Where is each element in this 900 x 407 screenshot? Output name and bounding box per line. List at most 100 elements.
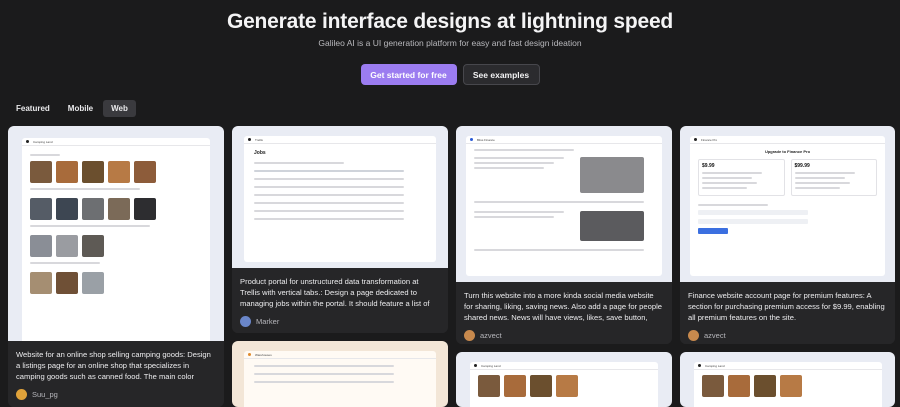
product-thumb — [30, 161, 52, 183]
preview-navbar: Trellis — [244, 136, 436, 144]
preview-page: Finance Pro Upgrade to Finance Pro $9.99… — [690, 136, 885, 276]
feature-line — [794, 177, 845, 179]
avatar — [688, 330, 699, 341]
product-row — [30, 235, 202, 257]
table-row — [254, 373, 394, 375]
see-examples-button[interactable]: See examples — [462, 64, 540, 85]
plan-card-monthly: $9.99 — [698, 159, 785, 196]
card-author[interactable]: azvect — [688, 330, 887, 341]
card-preview: Bliss Finance — [456, 126, 672, 282]
card-description: Finance website account page for premium… — [688, 291, 885, 322]
feature-line — [702, 177, 752, 179]
tab-mobile[interactable]: Mobile — [60, 100, 101, 117]
action-row — [474, 201, 644, 203]
product-thumb — [56, 198, 78, 220]
plan-price: $9.99 — [702, 163, 715, 169]
logo-icon — [474, 364, 477, 367]
example-card-trellis[interactable]: Trellis Jobs Product portal for unstruct… — [232, 126, 448, 333]
feature-line — [794, 187, 840, 189]
product-thumb — [56, 161, 78, 183]
text-line — [474, 211, 564, 213]
preview-navbar: Camping Land — [470, 362, 658, 370]
tab-web[interactable]: Web — [103, 100, 136, 117]
product-thumb — [556, 375, 578, 397]
product-thumb — [30, 272, 52, 294]
preview-navbar: Finance Pro — [690, 136, 885, 144]
pricing-plans: $9.99 $99.99 — [698, 159, 877, 196]
form-input — [698, 210, 808, 215]
product-thumb — [754, 375, 776, 397]
table-row — [254, 194, 404, 196]
product-thumb — [530, 375, 552, 397]
text-line — [474, 216, 554, 218]
card-info: Product portal for unstructured data tra… — [232, 268, 448, 333]
card-preview: Warehouses — [232, 341, 448, 407]
product-row — [30, 198, 202, 220]
jobs-table — [254, 170, 426, 220]
product-thumb — [780, 375, 802, 397]
section-heading — [30, 154, 60, 156]
news-image — [580, 157, 644, 193]
logo-icon — [248, 353, 251, 356]
preview-logo: Camping Land — [705, 363, 725, 368]
form-label — [698, 204, 768, 206]
card-author[interactable]: Marker — [240, 316, 440, 327]
preview-navbar: Warehouses — [244, 351, 436, 359]
example-card-warehouses[interactable]: Warehouses — [232, 341, 448, 407]
product-thumb — [728, 375, 750, 397]
product-thumb — [30, 235, 52, 257]
hero-subtitle: Galileo AI is a UI generation platform f… — [318, 38, 582, 48]
preview-table — [244, 359, 436, 389]
action-row — [474, 249, 644, 251]
example-card-camping-3[interactable]: Camping Land — [680, 352, 895, 407]
logo-icon — [698, 364, 701, 367]
preview-navbar: Camping Land — [694, 362, 882, 370]
preview-page: Camping Land — [694, 362, 882, 407]
card-author[interactable]: azvect — [464, 330, 664, 341]
preview-pricing: Upgrade to Finance Pro $9.99 $99.99 — [690, 144, 885, 239]
product-thumb — [134, 198, 156, 220]
preview-logo: Camping Land — [481, 363, 501, 368]
product-row — [470, 370, 658, 402]
author-name: Suu_pg — [32, 390, 58, 399]
feature-line — [794, 182, 850, 184]
product-thumb — [82, 272, 104, 294]
table-row — [254, 186, 404, 188]
logo-icon — [248, 138, 251, 141]
card-preview: Finance Pro Upgrade to Finance Pro $9.99… — [680, 126, 895, 282]
card-author[interactable]: Suu_pg — [16, 389, 216, 400]
table-row — [254, 170, 404, 172]
news-text — [474, 211, 574, 241]
preview-logo: Bliss Finance — [477, 137, 495, 142]
example-card-news[interactable]: Bliss Finance Turn this website into a m… — [456, 126, 672, 344]
product-thumb — [56, 272, 78, 294]
card-info: Turn this website into a more kinda soci… — [456, 282, 672, 344]
tab-featured[interactable]: Featured — [8, 100, 58, 117]
product-row — [30, 161, 202, 183]
example-card-camping-2[interactable]: Camping Land — [456, 352, 672, 407]
plan-card-yearly: $99.99 — [790, 159, 877, 196]
preview-tabs — [474, 149, 574, 151]
product-thumb — [56, 235, 78, 257]
avatar — [240, 316, 251, 327]
product-thumb — [82, 235, 104, 257]
product-thumb — [702, 375, 724, 397]
avatar — [464, 330, 475, 341]
cta-row: Get started for free See examples — [0, 64, 900, 85]
card-description: Website for an online shop selling campi… — [16, 350, 211, 381]
product-captions — [30, 262, 100, 264]
example-card-camping[interactable]: Camping Land Website for an online shop … — [8, 126, 224, 407]
preview-page: Camping Land — [22, 138, 210, 341]
product-row — [30, 272, 202, 294]
get-started-button[interactable]: Get started for free — [360, 64, 457, 85]
preview-navbar: Camping Land — [22, 138, 210, 146]
card-description: Product portal for unstructured data tra… — [240, 277, 430, 308]
preview-tabs — [254, 162, 344, 164]
card-preview: Trellis Jobs — [232, 126, 448, 268]
example-card-finance[interactable]: Finance Pro Upgrade to Finance Pro $9.99… — [680, 126, 895, 344]
table-row — [254, 381, 394, 383]
preview-page: Warehouses — [244, 351, 436, 407]
feature-line — [794, 172, 855, 174]
author-name: azvect — [704, 331, 726, 340]
news-item — [474, 211, 654, 241]
